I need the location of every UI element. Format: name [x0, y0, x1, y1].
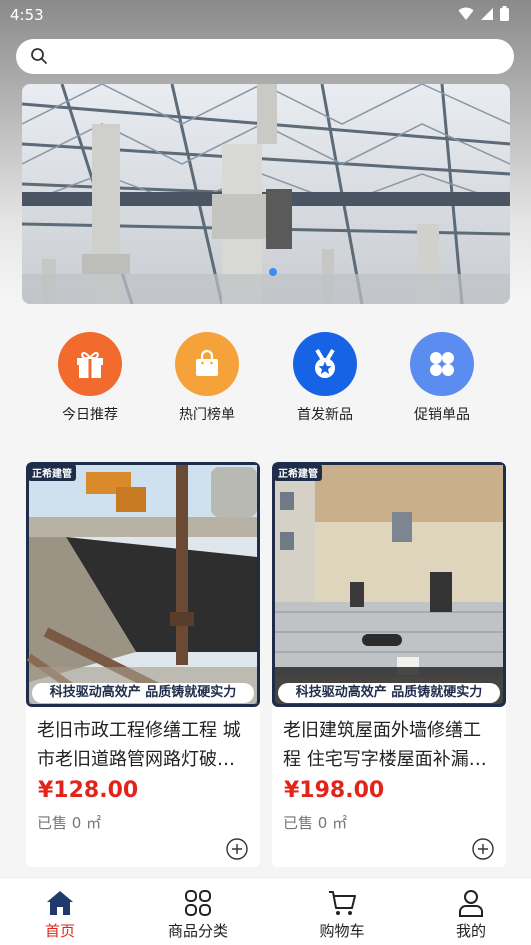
- add-to-cart-icon[interactable]: [472, 838, 494, 864]
- user-icon: [421, 888, 521, 918]
- banner-carousel[interactable]: [22, 84, 510, 304]
- product-title: 老旧市政工程修缮工程 城市老旧道路管网路灯破…: [37, 720, 241, 770]
- product-sold-count: 已售 0 ㎡: [37, 814, 102, 832]
- product-image: 正希建管 科技驱动高效产 品质铸就硬实力: [272, 462, 506, 707]
- tab-label: 首页: [44, 922, 75, 940]
- product-slogan: 科技驱动高效产 品质铸就硬实力: [278, 683, 500, 703]
- product-image: 正希建管 科技驱动高效产 品质铸就硬实力: [26, 462, 260, 707]
- status-bar: 4:53: [0, 0, 531, 30]
- product-price: ¥198.00: [284, 778, 385, 803]
- tab-home[interactable]: 首页: [10, 888, 110, 941]
- quick-entry-label: 今日推荐: [62, 407, 118, 423]
- bottom-tab-bar: 首页 商品分类 购物车 我的: [0, 877, 531, 945]
- product-title: 老旧建筑屋面外墙修缮工程 住宅写字楼屋面补漏…: [283, 720, 487, 770]
- search-input[interactable]: [60, 45, 500, 68]
- gift-icon: [58, 332, 122, 396]
- wifi-icon: [458, 7, 474, 20]
- brand-tag: 正希建管: [28, 464, 76, 481]
- quick-entry-row: 今日推荐 热门榜单 首发新品 促销单品: [0, 330, 531, 430]
- cart-icon: [292, 888, 392, 918]
- product-card[interactable]: 正希建管 科技驱动高效产 品质铸就硬实力 老旧市政工程修缮工程 城市老旧道路管网…: [26, 462, 260, 867]
- quick-entry-label: 促销单品: [414, 407, 470, 423]
- quick-entry-daily[interactable]: 今日推荐: [40, 332, 140, 424]
- medal-icon: [293, 332, 357, 396]
- shopping-bag-icon: [175, 332, 239, 396]
- product-price: ¥128.00: [38, 778, 139, 803]
- tab-mine[interactable]: 我的: [421, 888, 521, 941]
- category-grid-icon: [148, 888, 248, 918]
- battery-icon: [500, 6, 509, 21]
- product-sold-count: 已售 0 ㎡: [283, 814, 348, 832]
- search-bar[interactable]: [16, 39, 514, 74]
- add-to-cart-icon[interactable]: [226, 838, 248, 864]
- tab-label: 购物车: [319, 922, 365, 940]
- tab-label: 商品分类: [167, 922, 228, 940]
- quick-entry-hot[interactable]: 热门榜单: [157, 332, 257, 424]
- tab-label: 我的: [455, 922, 486, 940]
- signal-icon: [481, 7, 493, 20]
- quick-entry-label: 热门榜单: [179, 407, 235, 423]
- status-icons: [458, 6, 509, 21]
- tab-category[interactable]: 商品分类: [148, 888, 248, 941]
- search-icon: [30, 47, 48, 69]
- tab-cart[interactable]: 购物车: [292, 888, 392, 941]
- grid-icon: [410, 332, 474, 396]
- home-icon: [10, 888, 110, 918]
- quick-entry-label: 首发新品: [297, 407, 353, 423]
- banner-image: [22, 84, 510, 304]
- quick-entry-new[interactable]: 首发新品: [275, 332, 375, 424]
- product-slogan: 科技驱动高效产 品质铸就硬实力: [32, 683, 254, 703]
- carousel-indicator[interactable]: [269, 268, 277, 276]
- product-card[interactable]: 正希建管 科技驱动高效产 品质铸就硬实力 老旧建筑屋面外墙修缮工程 住宅写字楼屋…: [272, 462, 506, 867]
- brand-tag: 正希建管: [274, 464, 322, 481]
- quick-entry-promo[interactable]: 促销单品: [392, 332, 492, 424]
- status-time: 4:53: [10, 6, 44, 24]
